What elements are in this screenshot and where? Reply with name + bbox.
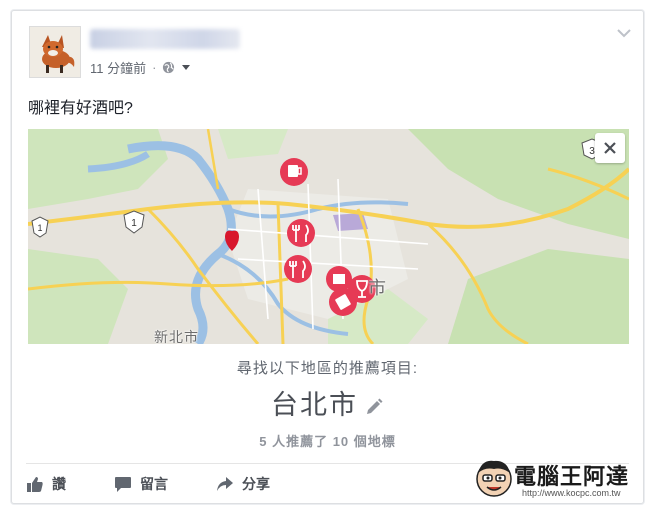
map-label-city: 市 <box>368 278 387 298</box>
like-button[interactable]: 讚 <box>26 474 66 494</box>
pencil-icon[interactable] <box>364 397 384 417</box>
watermark-url: http://www.kocpc.com.tw <box>522 488 621 498</box>
globe-icon[interactable] <box>162 61 175 74</box>
post-timestamp[interactable]: 11 分鐘前 <box>90 58 146 77</box>
post-actions: 讚 留言 分享 <box>26 474 318 494</box>
recommendation-map[interactable]: 1 1 3 市 新北市 <box>28 129 629 344</box>
restaurant-pin-1-icon <box>287 219 315 247</box>
bar-pin-icon <box>280 158 308 186</box>
restaurant-pin-2-icon <box>284 255 312 283</box>
map-label-new-taipei: 新北市 <box>154 329 199 344</box>
recommendation-prompt: 尋找以下地區的推薦項目: <box>236 360 419 377</box>
post-card: 11 分鐘前 · 哪裡有好酒吧? 1 1 3 市 新北市 尋找以下地區的推薦項目… <box>11 10 644 504</box>
fox-avatar-icon <box>30 27 80 77</box>
post-text: 哪裡有好酒吧? <box>28 100 133 117</box>
share-button[interactable]: 分享 <box>216 474 270 494</box>
share-icon <box>217 477 233 491</box>
comment-icon <box>115 477 131 492</box>
like-label: 讚 <box>52 476 66 492</box>
recommendation-city[interactable]: 台北市 <box>12 383 643 422</box>
map-canvas: 1 1 3 <box>28 129 629 344</box>
post-meta: 11 分鐘前 · <box>90 58 191 77</box>
privacy-dropdown-icon[interactable] <box>181 64 191 72</box>
ticket-pin-icon <box>329 288 357 316</box>
meta-separator: · <box>152 60 157 75</box>
thumbs-up-icon <box>27 477 43 492</box>
comment-label: 留言 <box>140 476 168 492</box>
close-icon <box>604 142 616 154</box>
comment-button[interactable]: 留言 <box>114 474 168 494</box>
post-options-chevron-icon[interactable] <box>617 29 631 38</box>
share-label: 分享 <box>242 476 270 492</box>
watermark: 電腦王阿達 http://www.kocpc.com.tw <box>474 455 644 507</box>
svg-text:1: 1 <box>37 223 42 233</box>
recommendation-city-name: 台北市 <box>271 390 358 420</box>
mascot-logo-icon <box>476 460 512 497</box>
recommendation-count[interactable]: 5 人推薦了 10 個地標 <box>12 431 643 450</box>
avatar[interactable] <box>29 26 81 78</box>
author-name-blurred[interactable] <box>90 29 240 49</box>
svg-text:1: 1 <box>131 218 137 229</box>
map-close-button[interactable] <box>595 133 625 163</box>
watermark-brand: 電腦王阿達 <box>514 464 630 489</box>
